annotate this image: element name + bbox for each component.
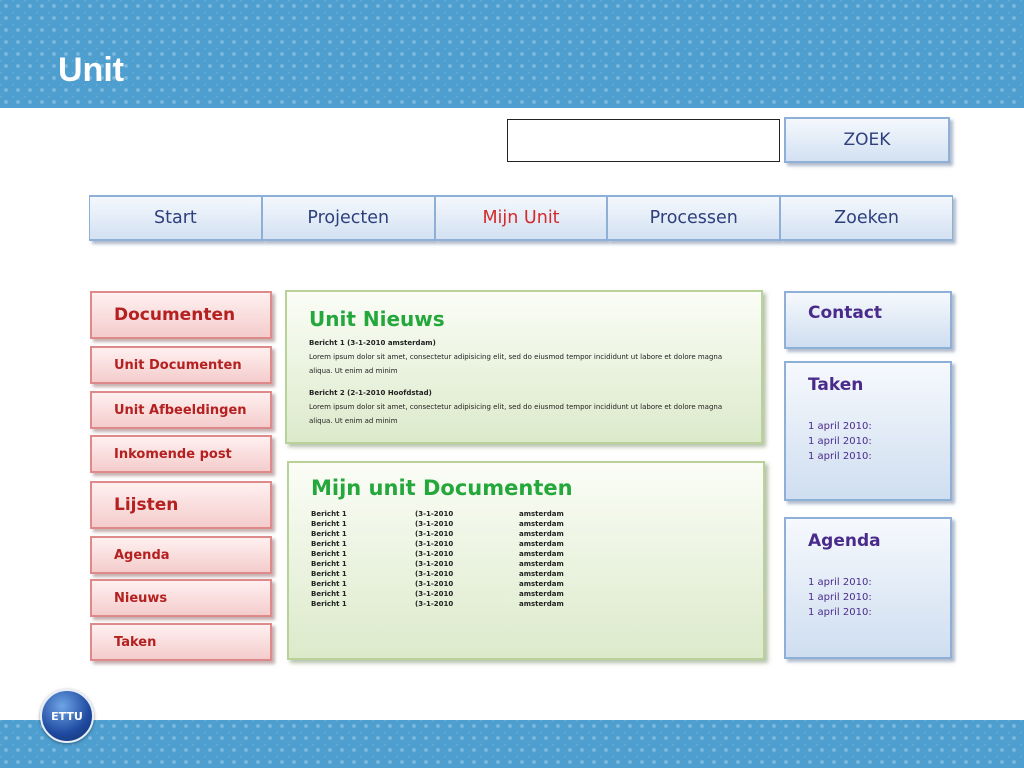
document-name: Bericht 1 xyxy=(311,590,347,598)
taken-date[interactable]: 1 april 2010: xyxy=(808,419,950,434)
document-date: (3-1-2010 xyxy=(415,600,454,608)
nav-item-processen[interactable]: Processen xyxy=(607,195,781,241)
contact-panel[interactable]: Contact xyxy=(784,291,952,349)
document-row[interactable]: Bericht 1 (3-1-2010 amsterdam xyxy=(311,589,763,599)
taken-title: Taken xyxy=(808,375,864,395)
header-band xyxy=(0,0,1024,108)
document-row[interactable]: Bericht 1 (3-1-2010 amsterdam xyxy=(311,509,763,519)
document-date: (3-1-2010 xyxy=(415,530,454,538)
menu-item-taken[interactable]: Taken xyxy=(90,623,272,661)
documents-list: Bericht 1 (3-1-2010 amsterdam Bericht 1 (3-1… xyxy=(311,509,763,609)
page-title: Unit xyxy=(58,51,125,89)
menu-heading-documenten[interactable]: Documenten xyxy=(90,291,272,339)
document-place: amsterdam xyxy=(519,590,564,598)
document-date: (3-1-2010 xyxy=(415,510,454,518)
document-name: Bericht 1 xyxy=(311,580,347,588)
nav-item-mijn-unit[interactable]: Mijn Unit xyxy=(434,195,608,241)
logo-text: ETTU xyxy=(51,709,83,723)
document-row[interactable]: Bericht 1 (3-1-2010 amsterdam xyxy=(311,519,763,529)
document-row[interactable]: Bericht 1 (3-1-2010 amsterdam xyxy=(311,529,763,539)
contact-title: Contact xyxy=(808,303,883,323)
news-item-heading: Bericht 1 (3-1-2010 amsterdam) xyxy=(309,339,436,347)
document-name: Bericht 1 xyxy=(311,560,347,568)
menu-item-inkomende-post[interactable]: Inkomende post xyxy=(90,435,272,473)
menu-item-nieuws[interactable]: Nieuws xyxy=(90,579,272,617)
taken-date[interactable]: 1 april 2010: xyxy=(808,449,950,464)
document-place: amsterdam xyxy=(519,550,564,558)
search-button[interactable]: ZOEK xyxy=(784,117,950,163)
document-place: amsterdam xyxy=(519,510,564,518)
menu-item-unit-documenten[interactable]: Unit Documenten xyxy=(90,346,272,384)
document-place: amsterdam xyxy=(519,570,564,578)
agenda-title: Agenda xyxy=(808,531,881,551)
document-date: (3-1-2010 xyxy=(415,520,454,528)
document-name: Bericht 1 xyxy=(311,550,347,558)
document-row[interactable]: Bericht 1 (3-1-2010 amsterdam xyxy=(311,539,763,549)
documents-title: Mijn unit Documenten xyxy=(311,476,573,500)
news-item-body: Lorem ipsum dolor sit amet, consectetur … xyxy=(309,353,723,375)
search-input[interactable] xyxy=(507,119,780,162)
taken-date[interactable]: 1 april 2010: xyxy=(808,434,950,449)
nav-item-zoeken[interactable]: Zoeken xyxy=(780,195,953,241)
document-date: (3-1-2010 xyxy=(415,570,454,578)
news-item-heading: Bericht 2 (2-1-2010 Hoofdstad) xyxy=(309,389,432,397)
document-name: Bericht 1 xyxy=(311,510,347,518)
nav-item-projecten[interactable]: Projecten xyxy=(261,195,435,241)
document-row[interactable]: Bericht 1 (3-1-2010 amsterdam xyxy=(311,599,763,609)
menu-item-agenda[interactable]: Agenda xyxy=(90,536,272,574)
document-name: Bericht 1 xyxy=(311,530,347,538)
document-date: (3-1-2010 xyxy=(415,590,454,598)
document-date: (3-1-2010 xyxy=(415,540,454,548)
agenda-date[interactable]: 1 april 2010: xyxy=(808,575,950,590)
agenda-date[interactable]: 1 april 2010: xyxy=(808,605,950,620)
document-row[interactable]: Bericht 1 (3-1-2010 amsterdam xyxy=(311,549,763,559)
news-title: Unit Nieuws xyxy=(309,307,445,331)
document-name: Bericht 1 xyxy=(311,540,347,548)
document-row[interactable]: Bericht 1 (3-1-2010 amsterdam xyxy=(311,569,763,579)
document-date: (3-1-2010 xyxy=(415,560,454,568)
document-date: (3-1-2010 xyxy=(415,550,454,558)
news-item[interactable]: Bericht 1 (3-1-2010 amsterdam) Lorem ips… xyxy=(309,338,761,378)
document-name: Bericht 1 xyxy=(311,520,347,528)
agenda-date[interactable]: 1 april 2010: xyxy=(808,590,950,605)
document-place: amsterdam xyxy=(519,560,564,568)
document-place: amsterdam xyxy=(519,580,564,588)
menu-item-unit-afbeeldingen[interactable]: Unit Afbeeldingen xyxy=(90,391,272,429)
news-item[interactable]: Bericht 2 (2-1-2010 Hoofdstad) Lorem ips… xyxy=(309,388,761,428)
document-row[interactable]: Bericht 1 (3-1-2010 amsterdam xyxy=(311,559,763,569)
main-nav: Start Projecten Mijn Unit Processen Zoek… xyxy=(89,195,953,241)
document-name: Bericht 1 xyxy=(311,570,347,578)
menu-heading-lijsten[interactable]: Lijsten xyxy=(90,481,272,529)
agenda-panel: Agenda 1 april 2010: 1 april 2010: 1 apr… xyxy=(784,517,952,659)
document-place: amsterdam xyxy=(519,530,564,538)
document-name: Bericht 1 xyxy=(311,600,347,608)
document-date: (3-1-2010 xyxy=(415,580,454,588)
document-place: amsterdam xyxy=(519,600,564,608)
unit-news-panel: Unit Nieuws Bericht 1 (3-1-2010 amsterda… xyxy=(285,290,763,444)
document-row[interactable]: Bericht 1 (3-1-2010 amsterdam xyxy=(311,579,763,589)
taken-panel: Taken 1 april 2010: 1 april 2010: 1 apri… xyxy=(784,361,952,501)
ettu-logo: ETTU xyxy=(40,689,94,743)
document-place: amsterdam xyxy=(519,540,564,548)
unit-documents-panel: Mijn unit Documenten Bericht 1 (3-1-2010 a… xyxy=(287,461,765,660)
document-place: amsterdam xyxy=(519,520,564,528)
nav-item-start[interactable]: Start xyxy=(89,195,262,241)
footer-band xyxy=(0,720,1024,768)
news-item-body: Lorem ipsum dolor sit amet, consectetur … xyxy=(309,403,723,425)
